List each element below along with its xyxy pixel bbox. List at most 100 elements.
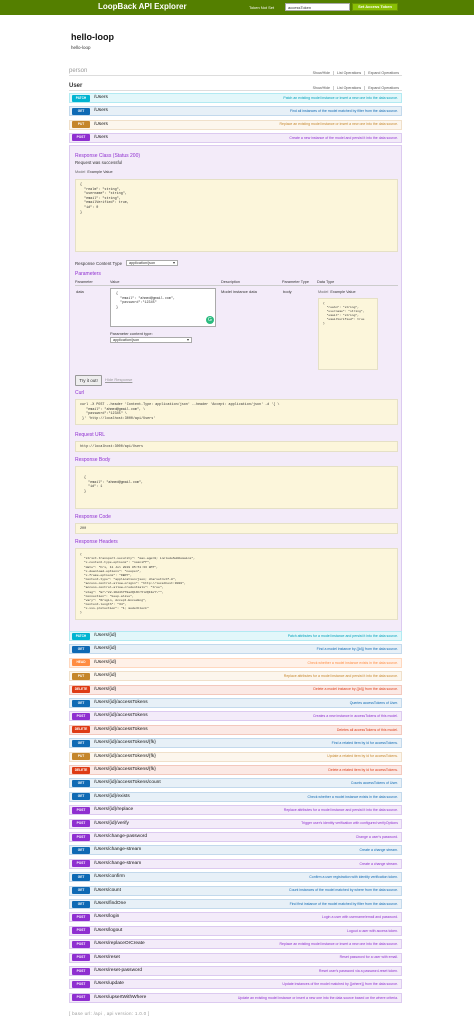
method-badge-patch[interactable]: PATCH [72, 632, 90, 640]
method-badge-get[interactable]: GET [72, 887, 90, 895]
operation-path[interactable]: /Users/change-password [94, 834, 147, 840]
operation-summary[interactable]: Reset password for a user with email. [340, 955, 398, 959]
operation-row-delete[interactable]: DELETE/Users/{id}/accessTokens Deletes al… [69, 724, 402, 735]
method-badge-post[interactable]: POST [72, 820, 90, 828]
method-badge-get[interactable]: GET [72, 699, 90, 707]
set-access-token-button[interactable]: Set Access Token [352, 3, 398, 11]
method-badge-post[interactable]: POST [72, 833, 90, 841]
method-badge-post[interactable]: POST [72, 940, 90, 948]
response-body-code[interactable]: { "email": "ahmed@gmail.com", "id": 1 } [75, 466, 398, 509]
operation-summary[interactable]: Find a related item by id for accessToke… [332, 741, 398, 745]
model-tab[interactable]: Model [75, 170, 85, 174]
operation-summary[interactable]: Delete a model instance by {{id}} from t… [313, 687, 398, 691]
operation-row-get[interactable]: GET/Users/change-stream Create a change s… [69, 845, 402, 856]
param-data-textarea[interactable]: { "email": "ahmed@gmail.com", "password"… [110, 288, 216, 327]
operation-summary[interactable]: Replace an existing model instance or in… [280, 942, 399, 946]
operation-path[interactable]: /Users/logout [94, 928, 122, 934]
operation-row-post[interactable]: POST/Users/upsertWithWhere Update an exis… [69, 992, 402, 1003]
method-badge-post[interactable]: POST [72, 806, 90, 814]
param-example-json[interactable]: { "realm": "string", "username": "string… [318, 298, 378, 370]
operation-summary[interactable]: Logout a user with access token. [347, 929, 398, 933]
operation-row-head[interactable]: HEAD/Users/{id} Check whether a model ins… [69, 657, 402, 668]
operation-row-post[interactable]: POST/Users/reset-password Reset user's pa… [69, 966, 402, 976]
method-badge-post[interactable]: POST [72, 980, 90, 988]
operation-row-get[interactable]: GET/Users Find all instances of the model… [69, 106, 402, 117]
operation-path[interactable]: /Users/{id}/replace [94, 807, 133, 813]
param-example-tab[interactable]: Example Value [330, 290, 355, 294]
grammarly-icon[interactable]: G [206, 316, 214, 324]
operation-summary[interactable]: Check whether a model instance exists in… [308, 661, 398, 665]
operation-path[interactable]: /Users [94, 122, 108, 128]
operation-row-put[interactable]: PUT/Users/{id}/accessTokens/{fk} Update a… [69, 751, 402, 762]
method-badge-patch[interactable]: PATCH [72, 94, 90, 102]
operation-row-get[interactable]: GET/Users/{id}/accessTokens/{fk} Find a r… [69, 738, 402, 749]
operation-summary[interactable]: Confirm a user registration with identit… [309, 875, 398, 879]
operation-row-post[interactable]: POST/Users/{id}/replace Replace attribute… [69, 805, 402, 816]
response-code-value[interactable]: 200 [75, 523, 398, 534]
operation-row-post[interactable]: POST/Users Create a new instance of the m… [69, 132, 402, 143]
operation-row-get[interactable]: GET/Users/{id}/exists Check whether a mod… [69, 791, 402, 802]
user-show-hide[interactable]: Show/Hide [310, 86, 333, 90]
method-badge-get[interactable]: GET [72, 107, 90, 115]
operation-row-post[interactable]: POST/Users/login Login a user with userna… [69, 912, 402, 923]
curl-code[interactable]: curl -X POST --header 'Content-Type: app… [75, 399, 398, 425]
operation-path[interactable]: /Users/update [94, 981, 124, 987]
operation-path[interactable]: /Users/{id} [94, 646, 116, 652]
operation-row-get[interactable]: GET/Users/findOne Find first instance of … [69, 899, 402, 909]
method-badge-delete[interactable]: DELETE [72, 726, 90, 734]
operation-path[interactable]: /Users/{id}/accessTokens [94, 713, 148, 719]
resource-name-person[interactable]: person [69, 68, 87, 76]
operation-row-post[interactable]: POST/Users/update Update instances of the… [69, 979, 402, 990]
operation-row-get[interactable]: GET/Users/count Count instances of the mo… [69, 885, 402, 896]
request-url-code[interactable]: http://localhost:3000/api/Users [75, 441, 398, 452]
operation-summary[interactable]: Replace an existing model instance or in… [280, 122, 399, 126]
access-token-input[interactable]: accessToken [285, 3, 350, 11]
method-badge-post[interactable]: POST [72, 967, 90, 975]
operation-row-post[interactable]: POST/Users/{id}/accessTokens Creates a ne… [69, 711, 402, 722]
method-badge-put[interactable]: PUT [72, 121, 90, 129]
operation-summary[interactable]: Count instances of the model matched by … [289, 888, 398, 892]
person-show-hide[interactable]: Show/Hide [310, 71, 333, 75]
operation-row-get[interactable]: GET/Users/{id}/accessTokens/count Counts … [69, 778, 402, 789]
operation-row-post[interactable]: POST/Users/change-stream Create a change … [69, 858, 402, 869]
operation-summary[interactable]: Update an existing model instance or ins… [238, 996, 398, 1000]
person-list-operations[interactable]: List Operations [333, 70, 364, 75]
operation-row-post[interactable]: POST/Users/reset Reset password for a use… [69, 952, 402, 963]
method-badge-post[interactable]: POST [72, 913, 90, 921]
operation-row-post[interactable]: POST/Users/logout Logout a user with acce… [69, 925, 402, 936]
operation-row-put[interactable]: PUT/Users/{id} Replace attributes for a m… [69, 671, 402, 682]
method-badge-get[interactable]: GET [72, 779, 90, 787]
operation-path[interactable]: /Users/{id}/accessTokens/{fk} [94, 740, 156, 746]
response-content-type-select[interactable]: application/json [126, 260, 178, 266]
operation-path[interactable]: /Users/{id} [94, 687, 116, 693]
operation-row-post[interactable]: POST/Users/replaceOrCreate Replace an exi… [69, 939, 402, 950]
operation-summary[interactable]: Create a change stream. [359, 862, 398, 866]
method-badge-get[interactable]: GET [72, 645, 90, 653]
operation-path[interactable]: /Users/{id} [94, 673, 116, 679]
operation-row-patch[interactable]: PATCH/Users/{id} Patch attributes for a m… [69, 631, 402, 641]
method-badge-put[interactable]: PUT [72, 672, 90, 680]
operation-path[interactable]: /Users/{id}/accessTokens/count [94, 780, 161, 786]
operation-path[interactable]: /Users/change-stream [94, 861, 141, 867]
operation-path[interactable]: /Users/{id}/accessTokens [94, 727, 148, 733]
operation-path[interactable]: /Users/upsertWithWhere [94, 995, 146, 1001]
operation-summary[interactable]: Login a user with username/email and pas… [322, 915, 398, 919]
operation-summary[interactable]: Find all instances of the model matched … [290, 109, 398, 113]
operation-summary[interactable]: Check whether a model instance exists in… [308, 795, 398, 799]
operation-summary[interactable]: Change a user's password. [356, 835, 398, 839]
operation-path[interactable]: /Users/findOne [94, 901, 126, 907]
operation-summary[interactable]: Find first instance of the model matched… [290, 902, 398, 906]
operation-path[interactable]: /Users/{id} [94, 633, 116, 639]
try-it-out-button[interactable]: Try it out! [75, 375, 102, 386]
operation-summary[interactable]: Counts accessTokens of User. [351, 781, 398, 785]
operation-summary[interactable]: Create a new instance of the model and p… [289, 136, 398, 140]
example-value-tab[interactable]: Example Value [87, 170, 112, 174]
method-badge-get[interactable]: GET [72, 739, 90, 747]
operation-summary[interactable]: Trigger user's identity verification wit… [301, 821, 398, 825]
operation-row-get[interactable]: GET/Users/confirm Confirm a user registra… [69, 872, 402, 883]
operation-row-delete[interactable]: DELETE/Users/{id} Delete a model instance… [69, 684, 402, 695]
method-badge-get[interactable]: GET [72, 846, 90, 854]
operation-summary[interactable]: Update instances of the model matched by… [282, 982, 398, 986]
resource-name-user[interactable]: User [69, 83, 82, 91]
operation-path[interactable]: /Users [94, 135, 108, 141]
